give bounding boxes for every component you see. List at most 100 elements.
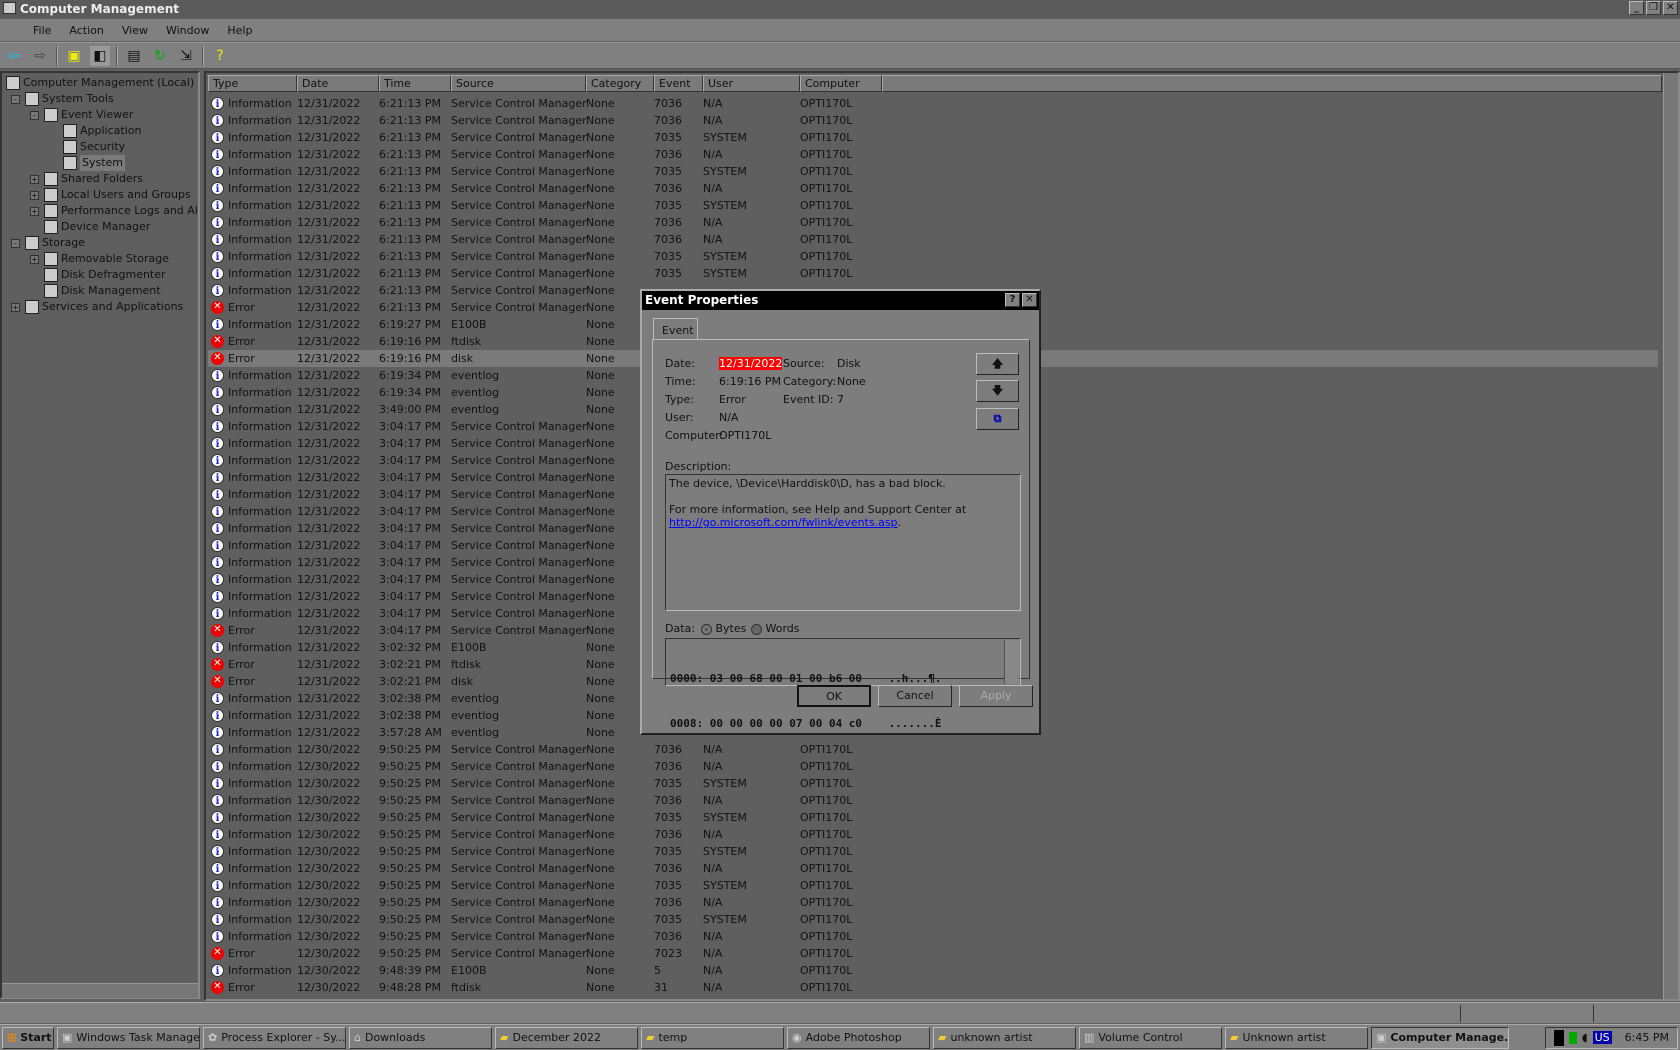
speaker-icon[interactable]: ◖ — [1582, 1031, 1588, 1044]
taskbar-button[interactable]: ▰ Unknown artist — [1225, 1026, 1368, 1049]
dialog-help-button[interactable]: ? — [1005, 293, 1020, 307]
refresh-icon[interactable]: ↻ — [150, 46, 170, 66]
help-link[interactable]: http://go.microsoft.com/fwlink/events.as… — [669, 516, 898, 529]
taskbar-button[interactable]: ▥ Volume Control — [1079, 1026, 1222, 1049]
show-hide-tree-icon[interactable]: ◧ — [90, 45, 110, 66]
description-box[interactable]: The device, \Device\Harddisk0\D, has a b… — [665, 474, 1021, 611]
dialog-close-button[interactable]: ✕ — [1022, 293, 1037, 307]
back-arrow-icon[interactable]: ⇦ — [4, 46, 24, 66]
tree-item-computer-management-local-[interactable]: Computer Management (Local) — [6, 75, 194, 91]
table-row[interactable]: i Information 12/30/2022 9:50:25 PM Service … — [208, 775, 1658, 792]
table-row[interactable]: i Information 12/31/2022 6:21:13 PM Service … — [208, 112, 1658, 129]
table-row[interactable]: ✕ Error 12/30/2022 9:48:28 PM ftdisk None 31 N/… — [208, 979, 1658, 996]
forward-arrow-icon[interactable]: ⇨ — [30, 46, 50, 66]
column-source[interactable]: Source — [451, 75, 586, 92]
taskbar-button[interactable]: ▣ Computer Manage... — [1371, 1026, 1509, 1049]
expand-toggle[interactable]: - — [11, 95, 20, 104]
cpu-meter-icon[interactable] — [1553, 1029, 1564, 1046]
table-row[interactable]: i Information 12/30/2022 9:48:39 PM E100B Non… — [208, 962, 1658, 979]
tree-item-system-tools[interactable]: System Tools — [25, 91, 114, 107]
column-type[interactable]: Type — [208, 75, 297, 92]
tree-item-event-viewer[interactable]: Event Viewer — [44, 107, 133, 123]
taskbar-button[interactable]: ⌂ Downloads — [349, 1026, 492, 1049]
expand-toggle[interactable]: + — [30, 207, 39, 216]
expand-toggle[interactable]: + — [30, 255, 39, 264]
table-row[interactable]: i Information 12/31/2022 6:21:13 PM Service … — [208, 95, 1658, 112]
table-row[interactable]: i Information 12/31/2022 6:21:13 PM Service … — [208, 214, 1658, 231]
table-row[interactable]: i Information 12/30/2022 9:50:25 PM Service … — [208, 809, 1658, 826]
column-computer[interactable]: Computer — [800, 75, 882, 92]
tab-event[interactable]: Event — [653, 318, 698, 340]
tree-item-security[interactable]: Security — [63, 139, 125, 155]
table-row[interactable]: i Information 12/30/2022 9:50:25 PM Service … — [208, 843, 1658, 860]
table-row[interactable]: i Information 12/31/2022 6:21:13 PM Service … — [208, 180, 1658, 197]
taskbar-button[interactable]: ▣ Windows Task Manager — [57, 1026, 200, 1049]
expand-toggle[interactable]: + — [30, 191, 39, 200]
table-row[interactable]: i Information 12/31/2022 6:21:13 PM Service … — [208, 248, 1658, 265]
export-list-icon[interactable]: ⇲ — [176, 46, 196, 66]
table-row[interactable]: i Information 12/30/2022 9:50:25 PM Service … — [208, 911, 1658, 928]
table-row[interactable]: i Information 12/30/2022 9:50:25 PM Service … — [208, 928, 1658, 945]
tree-item-disk-management[interactable]: Disk Management — [44, 283, 161, 299]
table-row[interactable]: i Information 12/31/2022 6:21:13 PM Service … — [208, 129, 1658, 146]
ok-button[interactable]: OK — [797, 685, 871, 707]
taskbar-button[interactable]: ▰ December 2022 — [495, 1026, 638, 1049]
properties-icon[interactable]: ▤ — [124, 46, 144, 66]
bytes-radio[interactable]: Bytes — [701, 622, 746, 635]
menu-help[interactable]: Help — [218, 24, 261, 37]
tree-item-local-users-and-groups[interactable]: Local Users and Groups — [44, 187, 191, 203]
tree-item-system[interactable]: System — [63, 155, 126, 171]
hex-scrollbar[interactable] — [1004, 640, 1019, 684]
copy-button[interactable]: ⧉ — [976, 408, 1019, 430]
start-button[interactable]: ⊞ Start — [2, 1026, 54, 1049]
column-user[interactable]: User — [703, 75, 800, 92]
tree-item-shared-folders[interactable]: Shared Folders — [44, 171, 143, 187]
network-icon[interactable] — [1568, 1031, 1577, 1044]
table-row[interactable]: i Information 12/31/2022 6:21:13 PM Service … — [208, 163, 1658, 180]
language-indicator[interactable]: US — [1592, 1031, 1612, 1044]
taskbar-button[interactable]: ▰ unknown artist — [933, 1026, 1076, 1049]
help-icon[interactable]: ? — [210, 46, 230, 66]
minimize-button[interactable]: _ — [1629, 1, 1644, 15]
words-radio[interactable]: Words — [751, 622, 800, 635]
table-row[interactable]: i Information 12/31/2022 6:21:13 PM Service … — [208, 231, 1658, 248]
table-row[interactable]: i Information 12/30/2022 9:50:25 PM Service … — [208, 894, 1658, 911]
table-row[interactable]: i Information 12/31/2022 6:21:13 PM Service … — [208, 197, 1658, 214]
column-category[interactable]: Category — [586, 75, 654, 92]
expand-toggle[interactable]: + — [11, 303, 20, 312]
menu-view[interactable]: View — [113, 24, 157, 37]
table-row[interactable]: i Information 12/30/2022 9:50:25 PM Service … — [208, 826, 1658, 843]
tree-item-services-and-applications[interactable]: Services and Applications — [25, 299, 183, 315]
column-event[interactable]: Event — [654, 75, 703, 92]
column-date[interactable]: Date — [297, 75, 379, 92]
tree-horizontal-scrollbar[interactable] — [2, 983, 198, 998]
menu-file[interactable]: File — [24, 24, 60, 37]
apply-button[interactable]: Apply — [959, 685, 1033, 707]
list-vertical-scrollbar[interactable] — [1663, 73, 1678, 999]
tree-item-application[interactable]: Application — [63, 123, 141, 139]
table-row[interactable]: i Information 12/30/2022 9:50:25 PM Service … — [208, 792, 1658, 809]
column-time[interactable]: Time — [379, 75, 451, 92]
data-hex-box[interactable]: 0000: 03 00 68 00 01 00 b6 00 ..h...¶. 0… — [665, 638, 1021, 730]
next-event-button[interactable]: 🡇 — [976, 380, 1019, 402]
up-folder-icon[interactable]: ▣ — [64, 46, 84, 66]
tree-item-storage[interactable]: Storage — [25, 235, 85, 251]
maximize-button[interactable]: ❐ — [1646, 1, 1661, 15]
tree-item-disk-defragmenter[interactable]: Disk Defragmenter — [44, 267, 166, 283]
menu-action[interactable]: Action — [60, 24, 112, 37]
expand-toggle[interactable]: - — [30, 111, 39, 120]
close-button[interactable]: ✕ — [1663, 1, 1678, 15]
taskbar-button[interactable]: ◉ Adobe Photoshop — [787, 1026, 930, 1049]
table-row[interactable]: i Information 12/30/2022 9:50:25 PM Service … — [208, 860, 1658, 877]
table-row[interactable]: ✕ Error 12/30/2022 9:50:25 PM Service Contro… — [208, 945, 1658, 962]
taskbar-button[interactable]: ✿ Process Explorer - Sy... — [203, 1026, 346, 1049]
tree-item-device-manager[interactable]: Device Manager — [44, 219, 150, 235]
table-row[interactable]: i Information 12/31/2022 6:21:13 PM Service … — [208, 265, 1658, 282]
taskbar-button[interactable]: ▰ temp — [641, 1026, 784, 1049]
previous-event-button[interactable]: 🡅 — [976, 353, 1019, 375]
cancel-button[interactable]: Cancel — [878, 685, 952, 707]
expand-toggle[interactable]: + — [30, 175, 39, 184]
menu-window[interactable]: Window — [157, 24, 218, 37]
tree-item-removable-storage[interactable]: Removable Storage — [44, 251, 169, 267]
expand-toggle[interactable]: - — [11, 239, 20, 248]
